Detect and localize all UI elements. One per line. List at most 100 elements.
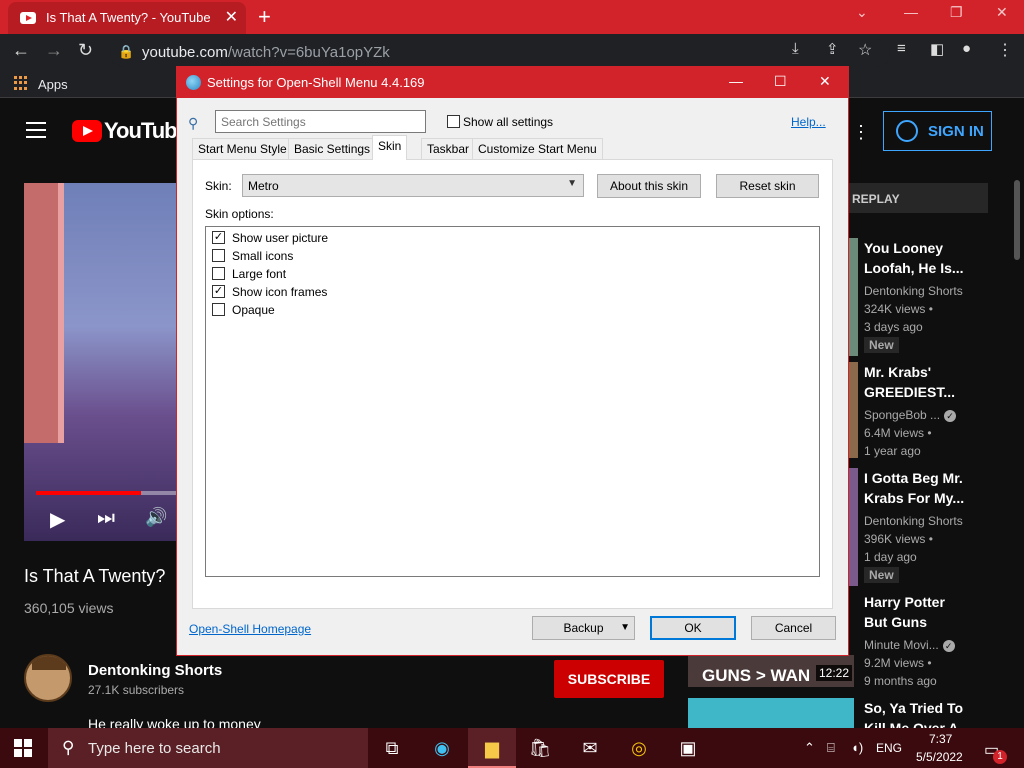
- minimize-icon[interactable]: —: [729, 73, 743, 89]
- mail-icon[interactable]: ✉: [566, 728, 614, 768]
- network-icon[interactable]: ⌸: [827, 740, 835, 756]
- maximize-icon[interactable]: ☐: [774, 73, 787, 90]
- tab-basic-settings[interactable]: Basic Settings: [288, 138, 377, 159]
- backup-label: Backup: [563, 621, 604, 635]
- tray-chevron-up-icon[interactable]: ⌃: [804, 740, 815, 756]
- rec-title[interactable]: Mr. Krabs' GREEDIEST...: [864, 362, 1014, 402]
- page-scrollbar[interactable]: [1014, 180, 1020, 260]
- volume-icon[interactable]: 🔊: [145, 507, 167, 528]
- restore-icon[interactable]: ❐: [950, 4, 963, 21]
- backup-button[interactable]: Backup ▼: [532, 616, 635, 640]
- sign-in-button[interactable]: SIGN IN: [883, 111, 992, 151]
- video-views: 360,105 views: [24, 600, 114, 616]
- ok-button[interactable]: OK: [650, 616, 736, 640]
- replay-button[interactable]: REPLAY: [848, 183, 988, 213]
- rec-new-badge: New: [864, 567, 899, 583]
- language-indicator[interactable]: ENG: [876, 741, 902, 755]
- checkbox[interactable]: [212, 267, 225, 280]
- file-explorer-icon[interactable]: ▆: [468, 728, 516, 768]
- skin-dropdown[interactable]: Metro ▼: [242, 174, 584, 197]
- youtube-favicon-icon: [20, 12, 36, 24]
- apps-grid-icon[interactable]: [14, 76, 28, 90]
- verified-icon: ✓: [942, 640, 955, 652]
- checkbox[interactable]: ✓: [212, 285, 225, 298]
- lock-icon[interactable]: 🔒: [118, 44, 134, 60]
- task-view-icon[interactable]: ⧉: [368, 728, 416, 768]
- rec-title[interactable]: You Looney Loofah, He Is...: [864, 238, 1014, 278]
- bookmark-star-icon[interactable]: ☆: [858, 40, 872, 60]
- reset-skin-button[interactable]: Reset skin: [716, 174, 819, 198]
- video-duration-badge: 12:22: [816, 665, 853, 681]
- menu-dots-icon[interactable]: ⋮: [997, 40, 1013, 60]
- rec-thumbnail[interactable]: [688, 698, 854, 730]
- cancel-button[interactable]: Cancel: [751, 616, 836, 640]
- tab-skin[interactable]: Skin: [372, 135, 408, 160]
- search-settings-input[interactable]: [215, 110, 426, 133]
- store-icon[interactable]: 🛍: [516, 728, 564, 768]
- rec-channel: Dentonking Shorts: [864, 514, 963, 528]
- taskbar-search-placeholder[interactable]: Type here to search: [88, 740, 221, 757]
- forward-icon[interactable]: →: [45, 40, 63, 61]
- tab-taskbar[interactable]: Taskbar: [421, 138, 476, 159]
- side-panel-icon[interactable]: ◧: [930, 40, 944, 58]
- media-queue-icon[interactable]: ≡: [897, 40, 906, 57]
- rec-age: 1 day ago: [864, 550, 917, 564]
- url-domain: youtube.com: [142, 44, 228, 61]
- share-icon[interactable]: ⇪: [826, 40, 839, 58]
- play-icon[interactable]: ▶: [50, 507, 65, 532]
- rec-title[interactable]: Harry Potter But Guns: [864, 592, 1014, 632]
- close-window-icon[interactable]: ✕: [996, 4, 1008, 21]
- search-icon: ⚲: [62, 738, 75, 757]
- tab-start-menu-style[interactable]: Start Menu Style: [192, 138, 293, 159]
- back-icon[interactable]: ←: [12, 40, 30, 61]
- show-all-settings-label[interactable]: Show all settings: [463, 115, 553, 129]
- youtube-logo-icon[interactable]: [72, 120, 102, 142]
- open-shell-homepage-link[interactable]: Open-Shell Homepage: [189, 622, 311, 636]
- volume-icon[interactable]: ◖): [851, 740, 863, 755]
- checkbox[interactable]: [212, 303, 225, 316]
- url-path: /watch?v=6buYa1opYZk: [227, 44, 390, 61]
- clock-date[interactable]: 5/5/2022: [916, 750, 963, 764]
- account-icon: [896, 120, 918, 142]
- chevron-down-icon[interactable]: ⌄: [856, 4, 868, 21]
- video-player[interactable]: [24, 183, 184, 541]
- checkbox[interactable]: ✓: [212, 231, 225, 244]
- next-icon[interactable]: ⏭: [97, 507, 115, 530]
- skin-options-label: Skin options:: [205, 207, 274, 221]
- help-link[interactable]: Help...: [791, 115, 826, 129]
- new-tab-button[interactable]: +: [258, 4, 271, 30]
- subscribe-button[interactable]: SUBSCRIBE: [554, 660, 664, 698]
- tab-customize-start-menu[interactable]: Customize Start Menu: [472, 138, 603, 159]
- rec-thumbnail[interactable]: [848, 362, 858, 458]
- tab-close-icon[interactable]: ✕: [225, 7, 238, 27]
- url-text[interactable]: youtube.com/watch?v=6buYa1opYZk: [142, 44, 390, 61]
- hamburger-menu-icon[interactable]: [26, 122, 46, 138]
- install-icon[interactable]: ⤓: [792, 40, 799, 57]
- windows-start-icon[interactable]: [14, 739, 32, 757]
- skin-options-list: ✓ Show user picture Small icons Large fon…: [205, 226, 820, 577]
- chevron-down-icon: ▼: [567, 178, 577, 189]
- settings-dots-icon[interactable]: ⋮: [852, 122, 870, 143]
- profile-icon[interactable]: ●: [962, 40, 971, 57]
- rec-title[interactable]: I Gotta Beg Mr. Krabs For My...: [864, 468, 1014, 508]
- dialog-title-bar[interactable]: Settings for Open-Shell Menu 4.4.169 — ☐…: [177, 67, 848, 98]
- browser-tab[interactable]: Is That A Twenty? - YouTube ✕: [8, 2, 246, 34]
- settings-app-icon[interactable]: ▣: [664, 728, 712, 768]
- about-skin-button[interactable]: About this skin: [597, 174, 701, 198]
- channel-avatar[interactable]: [24, 654, 72, 702]
- clock-time[interactable]: 7:37: [929, 732, 952, 746]
- rec-thumbnail[interactable]: [848, 468, 858, 586]
- apps-bookmark[interactable]: Apps: [38, 77, 68, 92]
- edge-icon[interactable]: ◉: [418, 728, 466, 768]
- chevron-down-icon: ▼: [620, 622, 630, 633]
- minimize-icon[interactable]: —: [904, 4, 918, 20]
- rec-thumbnail[interactable]: [848, 238, 858, 356]
- channel-name[interactable]: Dentonking Shorts: [88, 662, 222, 679]
- rec-channel: SpongeBob ... ✓: [864, 406, 957, 424]
- checkbox[interactable]: [212, 249, 225, 262]
- reload-icon[interactable]: ↻: [78, 40, 93, 61]
- chrome-icon[interactable]: ◎: [615, 728, 663, 768]
- show-all-settings-checkbox[interactable]: [447, 115, 460, 128]
- skin-tab-panel: Skin: Metro ▼ About this skin Reset skin…: [192, 159, 833, 609]
- close-icon[interactable]: ✕: [819, 73, 831, 90]
